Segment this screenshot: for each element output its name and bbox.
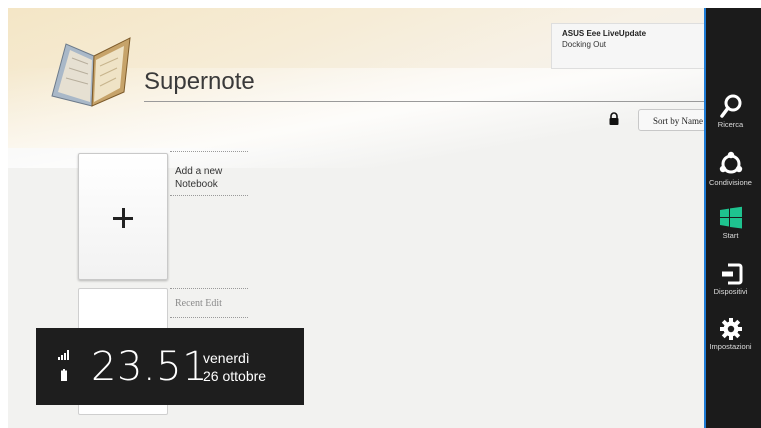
lock-icon[interactable] bbox=[608, 112, 620, 126]
charm-label: Impostazioni bbox=[709, 342, 752, 351]
charm-share[interactable]: Condivisione bbox=[698, 151, 761, 187]
charm-search[interactable]: Ricerca bbox=[698, 93, 761, 129]
divider bbox=[170, 317, 248, 318]
charm-label: Ricerca bbox=[717, 120, 744, 129]
charms-bar: Ricerca Condivisione Start Dispositivi I… bbox=[704, 8, 761, 428]
toast-notification[interactable]: ASUS Eee LiveUpdate Docking Out bbox=[551, 23, 704, 69]
divider bbox=[170, 195, 248, 196]
clock-date: 26 ottobre bbox=[203, 368, 267, 384]
charm-label: Condivisione bbox=[709, 178, 752, 187]
search-icon bbox=[719, 94, 741, 118]
divider bbox=[170, 288, 248, 289]
charm-settings[interactable]: Impostazioni bbox=[698, 317, 761, 351]
notification-title: ASUS Eee LiveUpdate bbox=[562, 29, 647, 38]
plus-icon bbox=[113, 208, 133, 228]
signal-icon bbox=[58, 350, 69, 360]
notebook-logo-icon bbox=[51, 37, 131, 107]
add-notebook-label[interactable]: Add a new Notebook bbox=[175, 165, 250, 191]
clock-day: venerdì bbox=[203, 350, 250, 366]
divider bbox=[170, 151, 248, 152]
charm-label: Dispositivi bbox=[713, 287, 748, 296]
title-divider bbox=[144, 101, 704, 102]
battery-icon bbox=[61, 369, 67, 381]
devices-icon bbox=[721, 263, 742, 285]
charm-label: Start bbox=[722, 231, 739, 240]
sort-by-name-button[interactable]: Sort by Name bbox=[638, 109, 704, 131]
clock-overlay: 23.51 venerdì 26 ottobre bbox=[36, 328, 304, 405]
app-title: Supernote bbox=[144, 68, 255, 95]
windows-logo-icon bbox=[719, 206, 742, 229]
clock-time: 23.51 bbox=[91, 344, 209, 390]
charm-devices[interactable]: Dispositivi bbox=[698, 262, 761, 296]
notification-message: Docking Out bbox=[562, 40, 607, 49]
add-notebook-card[interactable] bbox=[78, 153, 168, 280]
share-icon bbox=[719, 151, 742, 174]
charm-start[interactable]: Start bbox=[698, 206, 761, 240]
recent-edit-label: Recent Edit bbox=[175, 298, 222, 309]
gear-icon bbox=[719, 318, 742, 340]
